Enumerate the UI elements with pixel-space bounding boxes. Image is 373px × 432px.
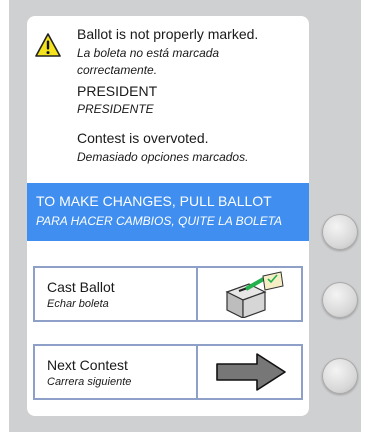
next-contest-label-spanish: Carrera siguiente xyxy=(47,376,132,388)
option-divider xyxy=(196,268,198,320)
next-contest-side-button[interactable] xyxy=(322,358,358,394)
contest-name-spanish: PRESIDENTE xyxy=(77,102,154,116)
option-divider xyxy=(196,346,198,398)
warning-title-spanish-2: correctamente. xyxy=(77,63,158,77)
banner-text-spanish: PARA HACER CAMBIOS, QUITE LA BOLETA xyxy=(36,214,283,228)
arrow-right-icon xyxy=(216,353,286,391)
contest-status-spanish: Demasiado opciones marcados. xyxy=(77,150,249,164)
ballot-box-icon xyxy=(225,271,284,318)
ballot-screen: Ballot is not properly marked. La boleta… xyxy=(27,16,309,416)
pull-ballot-banner: TO MAKE CHANGES, PULL BALLOT PARA HACER … xyxy=(27,183,309,241)
warning-icon xyxy=(35,33,61,57)
cast-ballot-option[interactable]: Cast Ballot Echar boleta xyxy=(33,266,303,322)
contest-name: PRESIDENT xyxy=(77,83,158,99)
banner-side-button[interactable] xyxy=(322,214,358,250)
cast-ballot-side-button[interactable] xyxy=(322,282,358,318)
contest-status: Contest is overvoted. xyxy=(77,130,209,146)
cast-ballot-label: Cast Ballot xyxy=(47,279,115,295)
warning-title-spanish-1: La boleta no está marcada xyxy=(77,46,220,60)
banner-text: TO MAKE CHANGES, PULL BALLOT xyxy=(36,193,272,209)
cast-ballot-label-spanish: Echar boleta xyxy=(47,298,109,310)
next-contest-label: Next Contest xyxy=(47,357,128,373)
warning-title: Ballot is not properly marked. xyxy=(77,26,259,42)
next-contest-option[interactable]: Next Contest Carrera siguiente xyxy=(33,344,303,400)
